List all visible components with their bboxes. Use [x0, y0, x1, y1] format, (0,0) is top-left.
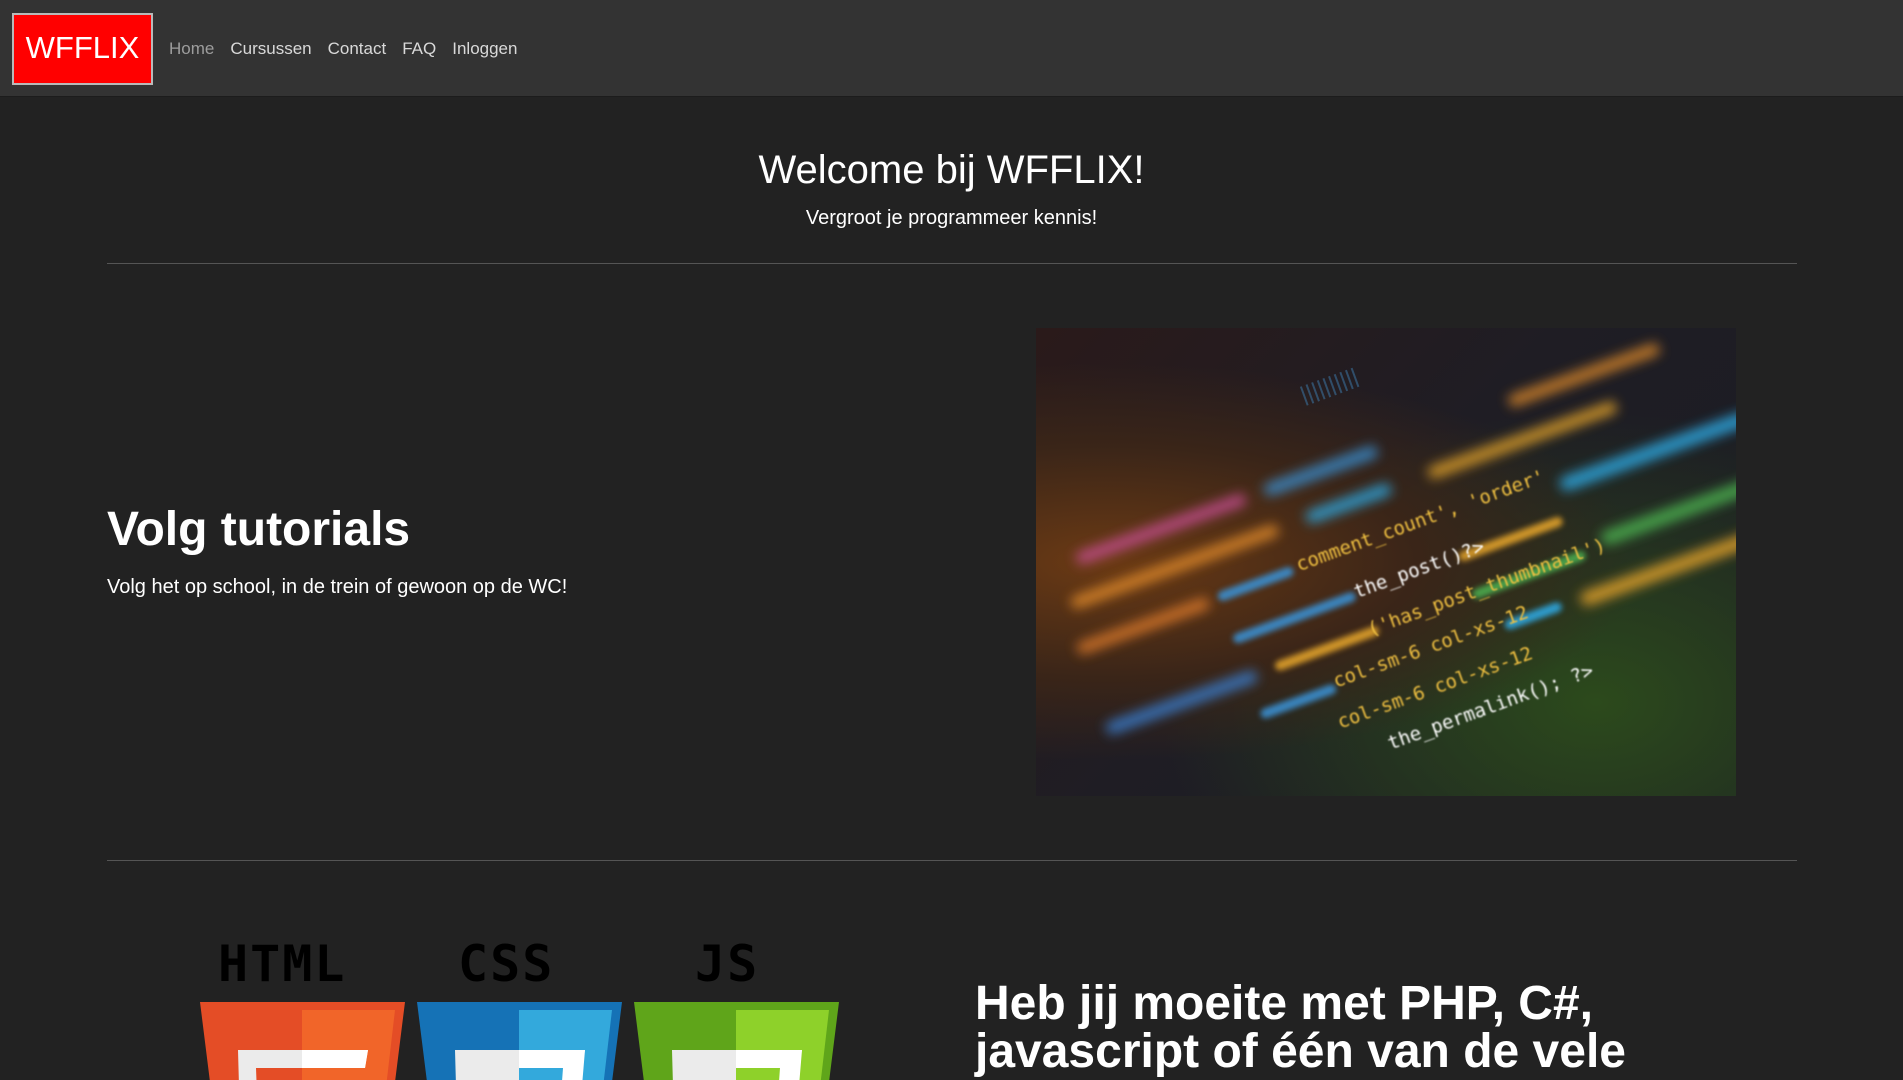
code-screen-image: comment_count', 'order' the_post()?> ('h…: [1036, 328, 1736, 796]
css-logo-label: CSS: [458, 935, 555, 993]
css3-icon: [417, 1002, 622, 1080]
nav-links: Home Cursussen Contact FAQ Inloggen: [169, 38, 533, 60]
js-icon: [634, 1002, 839, 1080]
feature-title: Volg tutorials: [107, 503, 411, 556]
nav-link-contact[interactable]: Contact: [328, 38, 387, 60]
hero-subtitle: Vergroot je programmeer kennis!: [805, 207, 1098, 229]
feature-text: Volg het op school, in de trein of gewoo…: [107, 576, 568, 598]
tech-logos: HTML CSS JS: [200, 935, 840, 1080]
section-divider: [107, 263, 1797, 264]
code-lines-graphic: comment_count', 'order' the_post()?> ('h…: [1071, 343, 1736, 754]
navbar: WFFLIX Home Cursussen Contact FAQ Inlogg…: [0, 0, 1903, 97]
feature2-title: Heb jij moeite met PHP, C#, javascript o…: [975, 977, 1626, 1078]
nav-link-cursussen[interactable]: Cursussen: [230, 38, 311, 60]
nav-link-inloggen[interactable]: Inloggen: [452, 38, 517, 60]
section-divider: [107, 860, 1797, 861]
html5-icon: [200, 1002, 405, 1080]
brand-logo[interactable]: WFFLIX: [12, 13, 153, 85]
js-logo-label: JS: [695, 935, 760, 993]
html-logo-label: HTML: [218, 935, 347, 993]
hero-title: Welcome bij WFFLIX!: [758, 148, 1145, 192]
nav-link-home[interactable]: Home: [169, 38, 214, 60]
nav-link-faq[interactable]: FAQ: [402, 38, 436, 60]
